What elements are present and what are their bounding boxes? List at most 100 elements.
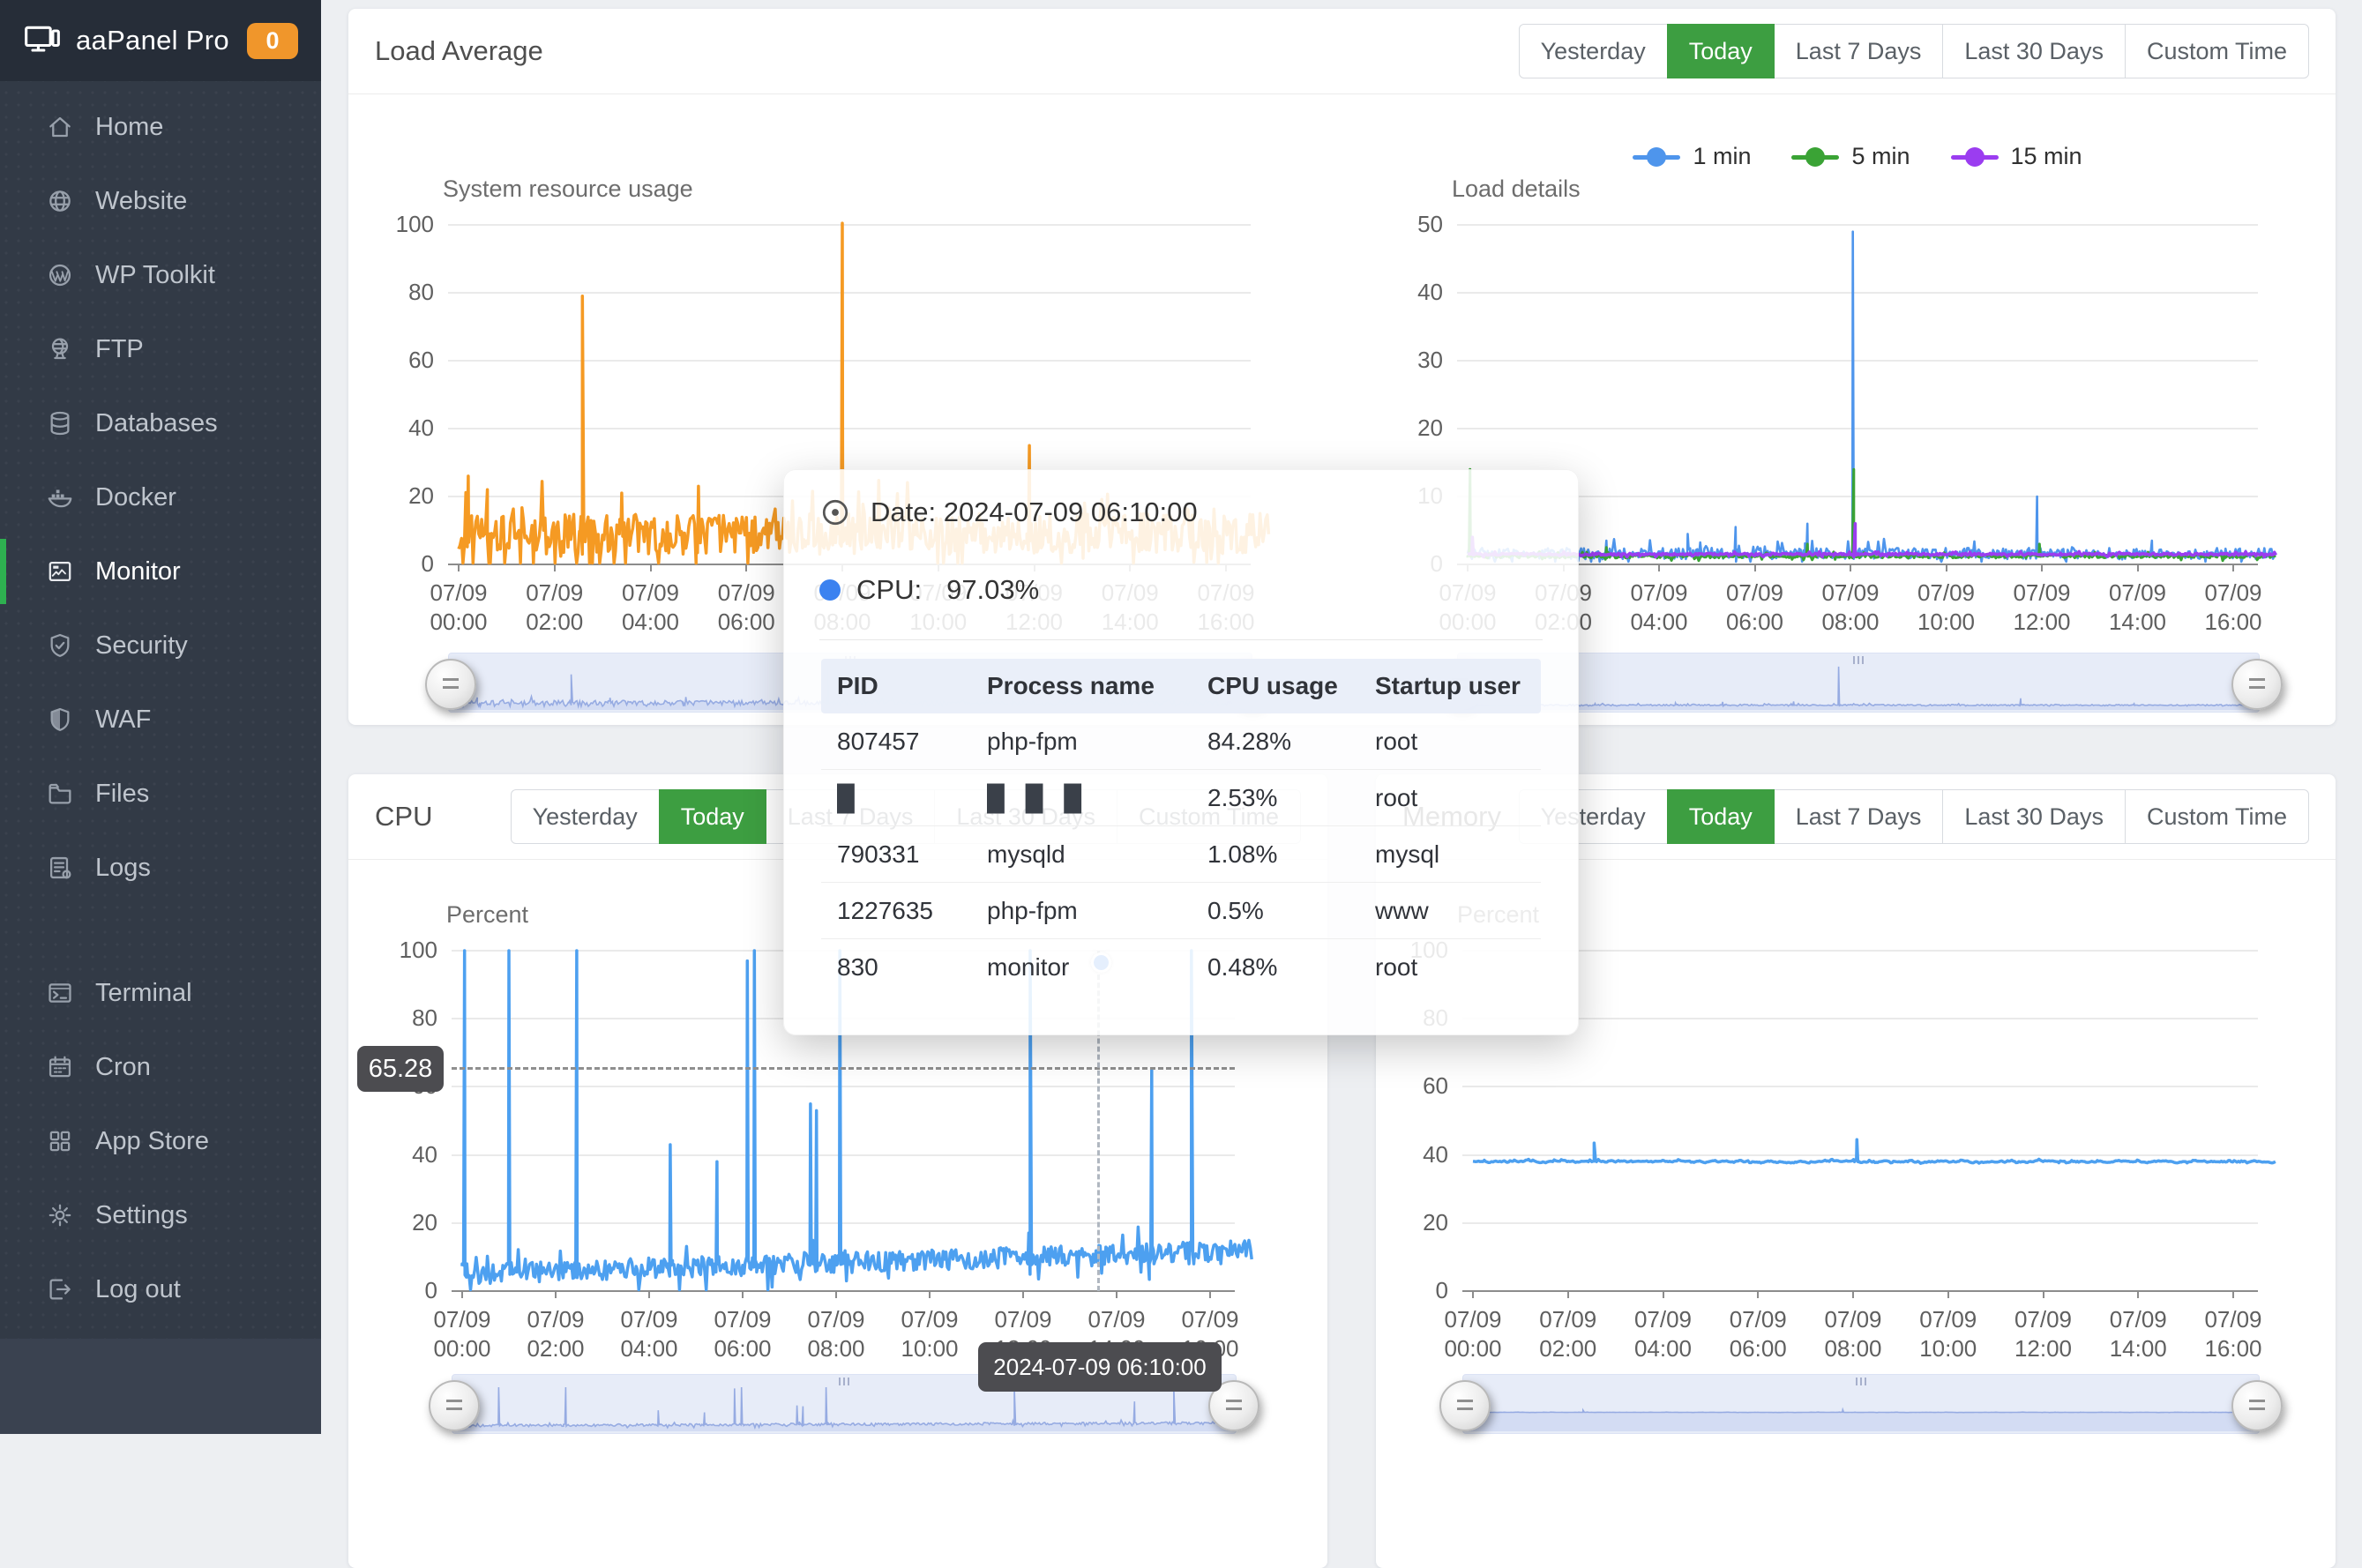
time-range-today[interactable]: Today <box>1667 24 1775 78</box>
datazoom-handle-left[interactable] <box>425 659 476 710</box>
x-axis-tick <box>1567 1291 1569 1298</box>
y-axis-label: 80 <box>367 1004 437 1032</box>
table-cell: root <box>1359 713 1541 770</box>
notification-badge[interactable]: 0 <box>247 23 298 59</box>
time-range-last-30-days[interactable]: Last 30 Days <box>1942 24 2126 78</box>
table-cell: █ █ █ <box>971 770 1192 826</box>
process-table-header-startup-user: Startup user <box>1359 659 1541 713</box>
legend-item-5-min[interactable]: 5 min <box>1791 143 1910 170</box>
process-table: PIDProcess nameCPU usageStartup user 807… <box>821 659 1541 995</box>
series-color-dot <box>819 579 841 601</box>
table-cell: php-fpm <box>971 883 1192 939</box>
x-axis-tick <box>2043 1291 2044 1298</box>
sidebar-item-waf[interactable]: WAF <box>0 683 321 757</box>
table-row[interactable]: 830monitor0.48%root <box>821 939 1541 996</box>
time-range-custom-time[interactable]: Custom Time <box>2125 24 2309 78</box>
sidebar-item-log-out[interactable]: Log out <box>0 1252 321 1326</box>
time-range-today[interactable]: Today <box>659 789 766 844</box>
sidebar-item-monitor[interactable]: Monitor <box>0 534 321 609</box>
monitor-icon <box>46 557 74 586</box>
sidebar-item-label: FTP <box>95 335 144 364</box>
sidebar-item-databases[interactable]: Databases <box>0 386 321 460</box>
y-axis-label: 60 <box>1378 1072 1448 1100</box>
sidebar-item-security[interactable]: Security <box>0 609 321 683</box>
x-axis-tick <box>650 564 652 571</box>
time-range-today[interactable]: Today <box>1667 789 1775 844</box>
time-range-last-30-days[interactable]: Last 30 Days <box>1942 789 2126 844</box>
sidebar-item-terminal[interactable]: Terminal <box>0 956 321 1030</box>
datazoom-grip[interactable] <box>1856 1378 1866 1385</box>
y-axis-label: 100 <box>367 937 437 964</box>
sidebar-item-website[interactable]: Website <box>0 164 321 238</box>
x-axis-tick <box>1116 1291 1117 1298</box>
x-axis-tick <box>745 564 747 571</box>
x-axis-tick <box>2232 1291 2234 1298</box>
y-axis-label: 40 <box>1372 279 1443 306</box>
table-cell: root <box>1359 770 1541 826</box>
chart-title: Percent <box>446 901 528 929</box>
sidebar-footer <box>0 1339 321 1434</box>
datazoom-grip[interactable] <box>839 1378 849 1385</box>
y-axis-label: 50 <box>1372 211 1443 238</box>
load-details-legend: 1 min 5 min 15 min <box>1457 143 2258 170</box>
time-range-yesterday[interactable]: Yesterday <box>511 789 660 844</box>
x-axis-tick <box>1472 1291 1474 1298</box>
sidebar-item-ftp[interactable]: FTP <box>0 312 321 386</box>
y-axis-label: 40 <box>1378 1141 1448 1169</box>
sidebar-item-label: WAF <box>95 706 151 735</box>
sidebar-item-files[interactable]: Files <box>0 757 321 831</box>
time-range-last-7-days[interactable]: Last 7 Days <box>1774 24 1944 78</box>
sidebar-item-label: Monitor <box>95 557 181 586</box>
table-cell: 0.5% <box>1192 883 1359 939</box>
home-icon <box>46 113 74 141</box>
y-axis-label: 60 <box>363 347 434 374</box>
y-axis-label: 0 <box>363 550 434 578</box>
datazoom-handle-left[interactable] <box>429 1380 480 1431</box>
sidebar-item-logs[interactable]: Logs <box>0 831 321 905</box>
time-range-custom-time[interactable]: Custom Time <box>2125 789 2309 844</box>
table-cell: mysqld <box>971 826 1192 883</box>
datazoom-slider-memory[interactable] <box>1462 1374 2260 1434</box>
x-axis-tick <box>2041 564 2043 571</box>
x-axis-tick <box>648 1291 650 1298</box>
sidebar-item-home[interactable]: Home <box>0 90 321 164</box>
x-axis-tick <box>1852 1291 1854 1298</box>
table-row[interactable]: 1227635php-fpm0.5%www <box>821 883 1541 939</box>
chart-memory-percent[interactable]: Percent02040608010007/09 00:0007/09 02:0… <box>1462 951 2258 1291</box>
legend-label: 1 min <box>1693 143 1751 170</box>
datazoom-handle-left[interactable] <box>1439 1380 1491 1431</box>
x-axis-tick <box>1022 1291 1024 1298</box>
table-cell: www <box>1359 883 1541 939</box>
sidebar-item-docker[interactable]: Docker <box>0 460 321 534</box>
time-range-last-7-days[interactable]: Last 7 Days <box>1774 789 1944 844</box>
legend-item-1-min[interactable]: 1 min <box>1633 143 1751 170</box>
time-range-yesterday[interactable]: Yesterday <box>1519 24 1668 78</box>
tooltip-date-row: Date: 2024-07-09 06:10:00 <box>819 497 1198 528</box>
y-axis-label: 0 <box>1378 1277 1448 1304</box>
y-axis-label: 40 <box>363 414 434 442</box>
sidebar-item-app-store[interactable]: App Store <box>0 1104 321 1178</box>
x-axis-tick <box>835 1291 837 1298</box>
table-row[interactable]: ██ █ █2.53%root <box>821 770 1541 826</box>
sidebar-item-label: Terminal <box>95 979 192 1008</box>
y-axis-label: 40 <box>367 1141 437 1169</box>
table-row[interactable]: 790331mysqld1.08%mysql <box>821 826 1541 883</box>
table-row[interactable]: 807457php-fpm84.28%root <box>821 713 1541 770</box>
datazoom-grip[interactable] <box>1853 656 1864 664</box>
tooltip-series-value: 97.03% <box>946 574 1039 606</box>
table-cell: 830 <box>821 939 971 996</box>
legend-item-15-min[interactable]: 15 min <box>1951 143 2082 170</box>
x-axis-tick <box>1757 1291 1759 1298</box>
sidebar-item-cron[interactable]: Cron <box>0 1030 321 1104</box>
sidebar-item-label: Log out <box>95 1275 181 1304</box>
x-axis-tick <box>1947 1291 1949 1298</box>
folder-icon <box>46 780 74 808</box>
legend-label: 5 min <box>1851 143 1910 170</box>
datazoom-handle-right[interactable] <box>2231 1380 2283 1431</box>
app-logo-icon <box>23 21 62 60</box>
sidebar-item-settings[interactable]: Settings <box>0 1178 321 1252</box>
sidebar-nav: HomeWebsiteWP Toolkit FTP DatabasesDocker M… <box>0 81 321 1326</box>
y-axis-label: 20 <box>1378 1209 1448 1236</box>
sidebar-item-wp-toolkit[interactable]: WP Toolkit <box>0 238 321 312</box>
datazoom-handle-right[interactable] <box>2231 659 2283 710</box>
